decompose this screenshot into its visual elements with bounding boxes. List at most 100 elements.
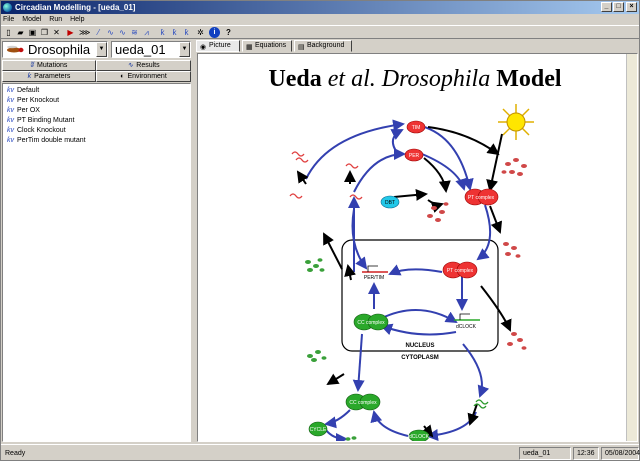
- delete-icon[interactable]: ✕: [51, 27, 62, 38]
- mutation-list: ƙv Default ƙv Per Knockout ƙv Per OX ƙv PT B…: [2, 83, 191, 442]
- node-tim: TIM: [406, 120, 426, 134]
- svg-text:CC complex: CC complex: [357, 320, 385, 326]
- plot-wave-icon[interactable]: ∿: [105, 27, 116, 38]
- list-item-label: PerTim double mutant: [17, 137, 86, 144]
- plot-phase-icon[interactable]: ∿: [117, 27, 128, 38]
- close-button[interactable]: ×: [626, 2, 637, 12]
- mutation-icon: ƙv: [7, 137, 14, 144]
- param-compare-icon[interactable]: ƙ: [181, 27, 192, 38]
- status-text: Ready: [1, 447, 517, 460]
- list-item[interactable]: ƙv Clock Knockout: [3, 126, 190, 136]
- list-item[interactable]: ƙv PerTim double mutant: [3, 136, 190, 146]
- menu-bar: File Model Run Help: [1, 14, 639, 25]
- plot-icon[interactable]: ⁄: [93, 27, 104, 38]
- equations-icon: ▦: [246, 44, 253, 51]
- chevron-down-icon[interactable]: ▼: [179, 42, 190, 57]
- model-select-value: Drosophila: [28, 42, 91, 57]
- tab-background-label: Background: [307, 42, 345, 49]
- toolbar: ▯ ▰ ▣ ❐ ✕ ▶ ⋙ ⁄ ∿ ∿ ≋ ⩘ ƙ ƙ ƙ ✲ i ?: [1, 25, 639, 39]
- cytoplasm-label: CYTOPLASM: [401, 355, 439, 361]
- node-cc-complex-cyto: CC complex: [345, 393, 381, 411]
- model-diagram: NUCLEUS CYTOPLASM TIM PER DBT PT complex…: [289, 104, 534, 441]
- list-item-label: Per OX: [17, 107, 40, 114]
- node-pt-complex: PT complex: [464, 188, 499, 206]
- picture-canvas: Ueda et al. Drosophila Model NUCLEUS CYT…: [197, 53, 638, 442]
- tab-mutations[interactable]: ʬ Mutations: [2, 60, 96, 71]
- list-item-label: Default: [17, 87, 40, 94]
- reaction-arrows: [305, 119, 492, 441]
- svg-text:PT complex: PT complex: [468, 195, 495, 201]
- chevron-down-icon[interactable]: ▼: [96, 42, 107, 57]
- run-icon[interactable]: ▶: [65, 27, 76, 38]
- list-item[interactable]: ƙv Per OX: [3, 106, 190, 116]
- tab-equations-label: Equations: [255, 42, 287, 49]
- node-cc-complex-nuclear: CC complex: [353, 313, 389, 331]
- tab-background[interactable]: ▤ Background: [294, 40, 352, 52]
- settings-icon[interactable]: ✲: [195, 27, 206, 38]
- list-item[interactable]: ƙv Default: [3, 86, 190, 96]
- node-dclock: dCLOCK: [408, 429, 430, 441]
- minimize-button[interactable]: _: [601, 2, 612, 12]
- vertical-scrollbar[interactable]: [626, 54, 637, 441]
- results-icon: ∿: [127, 62, 134, 69]
- svg-text:dCLOCK: dCLOCK: [456, 324, 477, 330]
- degradation-arrows: [296, 126, 512, 438]
- tab-results[interactable]: ∿ Results: [96, 60, 191, 71]
- sun-icon: [498, 104, 534, 140]
- list-item-label: Clock Knockout: [17, 127, 66, 134]
- tab-environment-label: Environment: [127, 73, 167, 80]
- node-cycle: CYCLE: [308, 421, 328, 437]
- param-edit-icon[interactable]: ƙ: [169, 27, 180, 38]
- model-select[interactable]: Drosophila ▼: [2, 41, 108, 58]
- mutations-icon: ʬ: [30, 62, 35, 69]
- param-icon[interactable]: ƙ: [157, 27, 168, 38]
- mutation-icon: ƙv: [7, 97, 14, 104]
- mutation-icon: ƙv: [7, 117, 14, 124]
- maximize-button[interactable]: □: [613, 2, 624, 12]
- menu-model[interactable]: Model: [22, 16, 41, 23]
- svg-text:PT complex: PT complex: [447, 268, 474, 274]
- tab-picture[interactable]: ◉ Picture: [196, 40, 240, 52]
- app-icon: [3, 3, 12, 12]
- tab-equations[interactable]: ▦ Equations: [242, 40, 292, 52]
- open-folder-icon[interactable]: ▰: [15, 27, 26, 38]
- parameters-icon: ƙ: [27, 73, 32, 80]
- mutation-icon: ƙv: [7, 87, 14, 94]
- run-series-icon[interactable]: ⋙: [79, 27, 90, 38]
- plot-multi-icon[interactable]: ≋: [129, 27, 140, 38]
- info-icon[interactable]: i: [209, 27, 220, 38]
- node-per: PER: [404, 148, 424, 162]
- status-bar: Ready ueda_01 12:36 05/08/2004: [1, 444, 640, 460]
- tab-parameters[interactable]: ƙ Parameters: [2, 71, 96, 82]
- tab-picture-label: Picture: [209, 42, 231, 49]
- tab-environment[interactable]: ◐ Environment: [96, 71, 191, 82]
- tab-parameters-label: Parameters: [34, 73, 71, 80]
- new-file-icon[interactable]: ▯: [3, 27, 14, 38]
- green-fragments: [305, 258, 357, 441]
- version-select-value: ueda_01: [115, 42, 166, 57]
- tab-mutations-label: Mutations: [37, 62, 68, 69]
- mutation-icon: ƙv: [7, 107, 14, 114]
- background-icon: ▤: [298, 44, 305, 51]
- environment-icon: ◐: [120, 73, 125, 80]
- menu-file[interactable]: File: [3, 16, 14, 23]
- menu-run[interactable]: Run: [49, 16, 62, 23]
- version-select[interactable]: ueda_01 ▼: [111, 41, 191, 58]
- mutation-icon: ƙv: [7, 127, 14, 134]
- window-title: Circadian Modelling - [ueda_01]: [15, 3, 136, 12]
- copy-icon[interactable]: ❐: [39, 27, 50, 38]
- svg-text:PER: PER: [409, 153, 420, 159]
- node-dclock-gene: dCLOCK: [454, 313, 480, 330]
- menu-help[interactable]: Help: [70, 16, 84, 23]
- list-item-label: PT Binding Mutant: [17, 117, 75, 124]
- plot-series-icon[interactable]: ⩘: [141, 27, 152, 38]
- list-item[interactable]: ƙv PT Binding Mutant: [3, 116, 190, 126]
- list-item[interactable]: ƙv Per Knockout: [3, 96, 190, 106]
- title-bar: Circadian Modelling - [ueda_01] _ □ ×: [1, 1, 639, 14]
- status-time: 12:36: [573, 447, 599, 460]
- help-icon[interactable]: ?: [223, 27, 234, 38]
- save-icon[interactable]: ▣: [27, 27, 38, 38]
- svg-text:dCLOCK: dCLOCK: [409, 434, 430, 440]
- list-item-label: Per Knockout: [17, 97, 60, 104]
- node-per-tim-gene: PER/TIM: [362, 265, 388, 281]
